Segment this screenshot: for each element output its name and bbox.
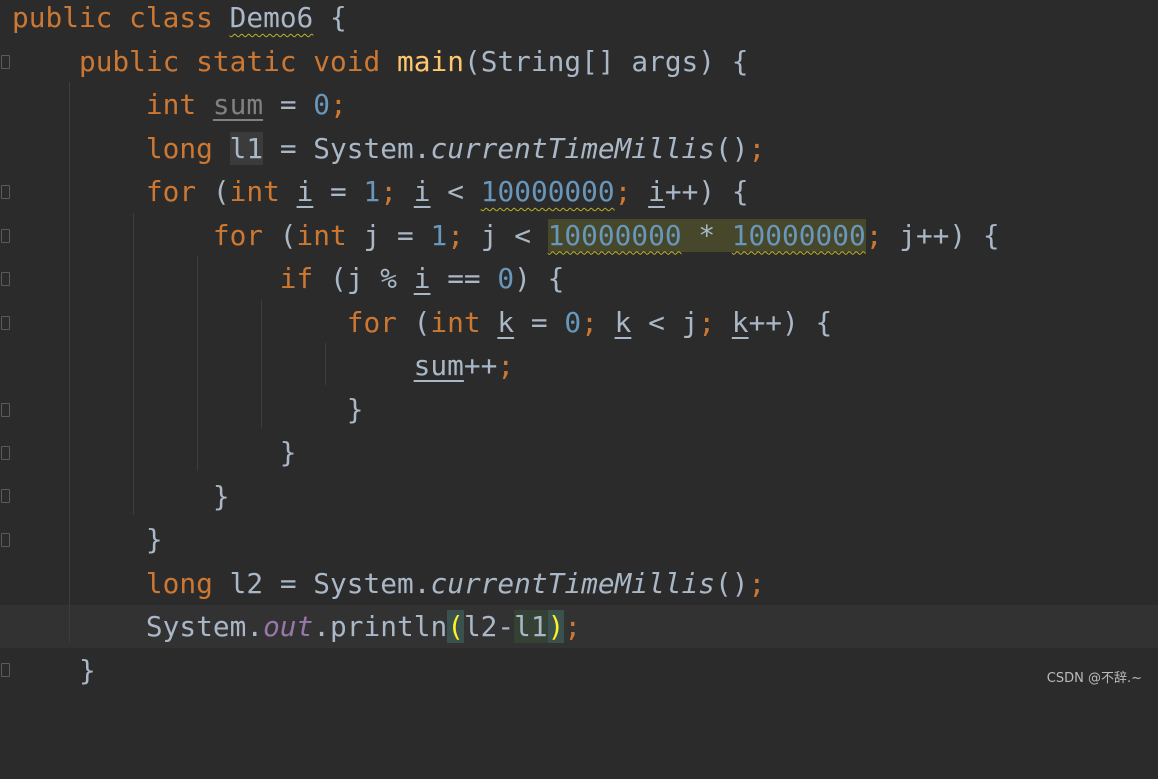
code-line[interactable]: int sum = 0; xyxy=(0,83,1158,127)
type-name[interactable]: String[] xyxy=(481,45,615,78)
keyword: public xyxy=(78,44,180,78)
code-editor[interactable]: public class Demo6 { public static void … xyxy=(0,0,1158,695)
number: 0 xyxy=(497,262,515,295)
number: 10000000 xyxy=(731,218,866,252)
number: 10000000 xyxy=(547,218,682,252)
keyword: for xyxy=(145,175,197,208)
code-line[interactable]: } xyxy=(0,388,1158,432)
keyword: long xyxy=(145,566,213,600)
keyword: if xyxy=(279,262,314,295)
keyword: for xyxy=(212,218,264,252)
code-line[interactable]: sum++; xyxy=(0,344,1158,388)
code-line[interactable]: if (j % i == 0) { xyxy=(0,257,1158,301)
keyword: class xyxy=(129,1,213,34)
matched-paren: ( xyxy=(447,610,464,643)
keyword: int xyxy=(145,88,197,121)
number: 0 xyxy=(564,305,582,339)
variable-i[interactable]: i xyxy=(297,175,314,208)
variable-sum[interactable]: sum xyxy=(414,349,464,382)
number: 0 xyxy=(313,88,331,121)
variable-k[interactable]: k xyxy=(497,306,514,339)
brace: } xyxy=(346,392,364,426)
variable-l1[interactable]: l1 xyxy=(229,131,264,165)
variable-l2[interactable]: l2 xyxy=(230,567,263,600)
brace: { xyxy=(547,262,565,295)
method-name[interactable]: main xyxy=(397,45,464,78)
variable-j[interactable]: j xyxy=(347,262,364,295)
parameter: args xyxy=(631,44,699,78)
class-name[interactable]: Demo6 xyxy=(230,1,314,34)
code-line[interactable]: for (int j = 1; j < 10000000 * 10000000;… xyxy=(0,214,1158,258)
variable-i[interactable]: i xyxy=(414,262,431,295)
variable-j[interactable]: j xyxy=(682,306,699,339)
keyword: int xyxy=(229,175,280,208)
number: 1 xyxy=(363,175,381,208)
brace: } xyxy=(279,436,297,469)
brace: { xyxy=(330,1,347,34)
code-line[interactable]: } xyxy=(0,475,1158,519)
code-line[interactable]: public class Demo6 { xyxy=(0,0,1158,40)
brace: { xyxy=(731,175,749,208)
variable-j[interactable]: j xyxy=(481,219,498,252)
method-call[interactable]: currentTimeMillis xyxy=(430,567,715,600)
code-line[interactable]: long l2 = System.currentTimeMillis(); xyxy=(0,562,1158,606)
variable-j[interactable]: j xyxy=(364,219,381,252)
code-line[interactable]: for (int i = 1; i < 10000000; i++) { xyxy=(0,170,1158,214)
code-line[interactable]: for (int k = 0; k < j; k++) { xyxy=(0,301,1158,345)
class-ref[interactable]: System xyxy=(313,567,413,600)
brace: { xyxy=(982,218,1000,252)
number: 1 xyxy=(430,218,448,252)
brace: } xyxy=(78,653,96,687)
number[interactable]: 10000000 xyxy=(481,175,615,208)
keyword: int xyxy=(430,305,481,339)
keyword: int xyxy=(296,218,347,252)
keyword: static xyxy=(196,44,297,78)
code-line[interactable]: long l1 = System.currentTimeMillis(); xyxy=(0,127,1158,171)
variable-i[interactable]: i xyxy=(414,175,431,208)
keyword: void xyxy=(313,44,381,78)
class-ref[interactable]: System xyxy=(313,132,413,165)
class-ref[interactable]: System xyxy=(146,610,246,643)
code-line[interactable]: public static void main(String[] args) { xyxy=(0,40,1158,84)
method-call[interactable]: currentTimeMillis xyxy=(430,132,715,165)
code-line[interactable]: } xyxy=(0,518,1158,562)
brace: } xyxy=(145,523,163,556)
keyword: public xyxy=(12,1,113,34)
variable-k[interactable]: k xyxy=(615,306,632,339)
matched-paren: ) xyxy=(547,610,565,643)
code-line[interactable]: } xyxy=(0,431,1158,475)
overflow-warning-highlight[interactable]: 10000000 * 10000000 xyxy=(547,218,866,252)
brace: } xyxy=(212,479,230,513)
variable-sum[interactable]: sum xyxy=(213,88,263,121)
watermark: CSDN @不辞.~ xyxy=(1046,671,1142,686)
code-line[interactable]: } xyxy=(0,649,1158,693)
brace: { xyxy=(815,305,833,339)
variable-l2[interactable]: l2 xyxy=(464,610,497,643)
method-call[interactable]: println xyxy=(330,610,447,643)
variable-i[interactable]: i xyxy=(648,175,665,208)
variable-l1[interactable]: l1 xyxy=(514,610,548,643)
variable-k[interactable]: k xyxy=(732,306,749,339)
field-out[interactable]: out xyxy=(263,610,313,643)
variable-j[interactable]: j xyxy=(899,219,916,252)
brace: { xyxy=(731,44,749,78)
code-line-current[interactable]: System.out.println(l2-l1); xyxy=(0,605,1158,649)
keyword: for xyxy=(346,305,397,339)
keyword: long xyxy=(145,131,213,165)
